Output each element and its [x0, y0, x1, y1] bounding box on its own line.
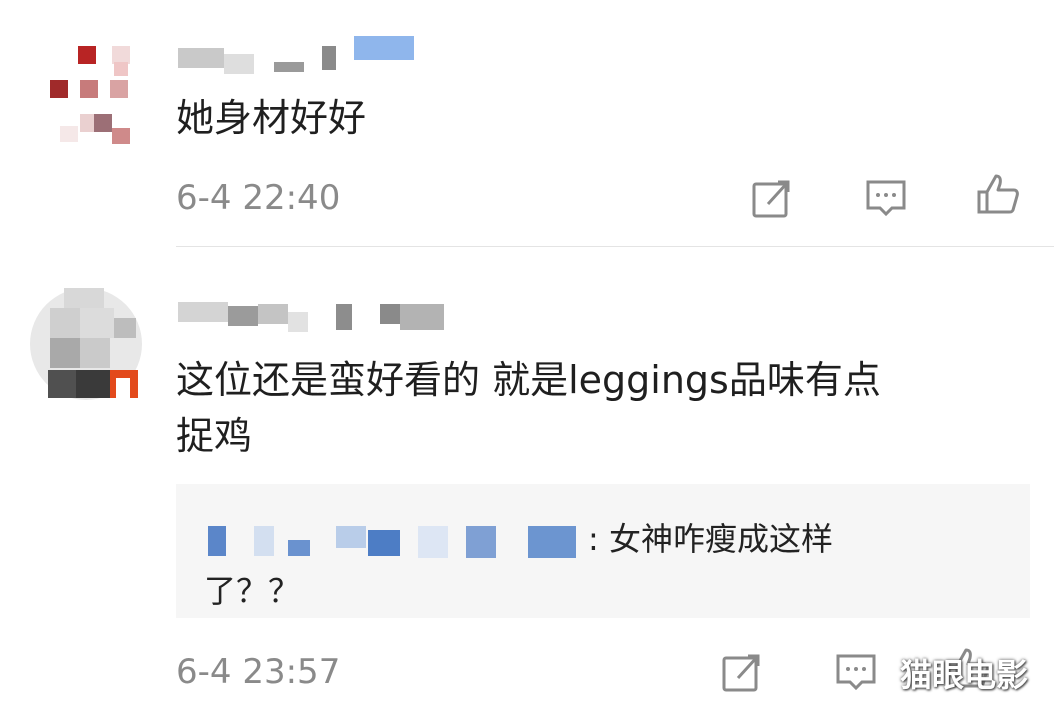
- comment-time: 6-4 22:40: [176, 178, 341, 218]
- watermark: 猫眼电影: [900, 656, 1029, 694]
- comment-icon[interactable]: [834, 650, 878, 694]
- comment-text-line: 捉鸡: [176, 414, 253, 458]
- comment-time: 6-4 23:57: [176, 652, 341, 692]
- divider: [176, 246, 1054, 247]
- share-edit-icon[interactable]: [750, 176, 794, 220]
- comment-text: 这位还是蛮好看的 就是leggings品味有点 捉鸡: [176, 352, 881, 464]
- comment-icon[interactable]: [864, 176, 908, 220]
- comment-text-line: 这位还是蛮好看的 就是leggings品味有点: [176, 358, 881, 402]
- reply-text-line: : 女神咋瘦成这样: [588, 520, 833, 558]
- reply-text-line: 了？？: [204, 572, 301, 610]
- share-edit-icon[interactable]: [720, 650, 764, 694]
- thumbs-up-icon[interactable]: [976, 172, 1020, 216]
- comment-text: 她身材好好: [176, 96, 367, 140]
- avatar[interactable]: [30, 30, 140, 150]
- avatar[interactable]: [30, 288, 142, 400]
